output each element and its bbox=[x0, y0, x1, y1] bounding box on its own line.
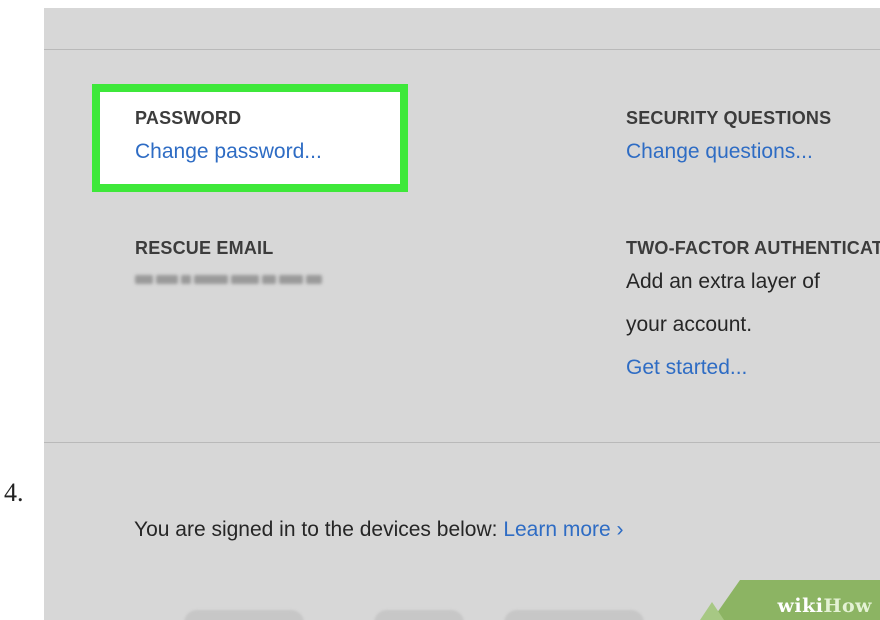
password-label: PASSWORD bbox=[135, 108, 242, 128]
security-questions-label: SECURITY QUESTIONS bbox=[626, 108, 832, 128]
rescue-email-value-redacted bbox=[135, 275, 322, 284]
two-factor-description-line1: Add an extra layer of bbox=[626, 270, 820, 293]
middle-divider bbox=[44, 442, 880, 443]
devices-text: You are signed in to the devices below: bbox=[134, 518, 498, 541]
security-questions-section: SECURITY QUESTIONS Change questions... bbox=[626, 107, 831, 167]
change-questions-link[interactable]: Change questions... bbox=[626, 137, 831, 167]
apple-id-settings-panel: PASSWORD Change password... SECURITY QUE… bbox=[44, 8, 880, 620]
get-started-link[interactable]: Get started... bbox=[626, 346, 880, 389]
rescue-email-label: RESCUE EMAIL bbox=[135, 238, 274, 258]
top-divider bbox=[44, 49, 880, 50]
devices-line: You are signed in to the devices below: … bbox=[134, 518, 624, 542]
rescue-email-section: RESCUE EMAIL bbox=[135, 237, 322, 284]
two-factor-label: TWO-FACTOR AUTHENTICATION bbox=[626, 238, 880, 258]
password-section: PASSWORD Change password... bbox=[135, 107, 322, 167]
watermark-wiki: wiki bbox=[777, 595, 824, 617]
change-password-link[interactable]: Change password... bbox=[135, 137, 322, 167]
two-factor-section: TWO-FACTOR AUTHENTICATION Add an extra l… bbox=[626, 237, 880, 389]
learn-more-link[interactable]: Learn more › bbox=[503, 518, 623, 541]
watermark-how: How bbox=[823, 595, 872, 617]
wikihow-watermark: wikiHow bbox=[690, 580, 880, 620]
step-number: 4. bbox=[4, 478, 24, 507]
two-factor-description-line2: your account. bbox=[626, 313, 753, 336]
wikihow-logo-text: wikiHow bbox=[778, 595, 872, 617]
